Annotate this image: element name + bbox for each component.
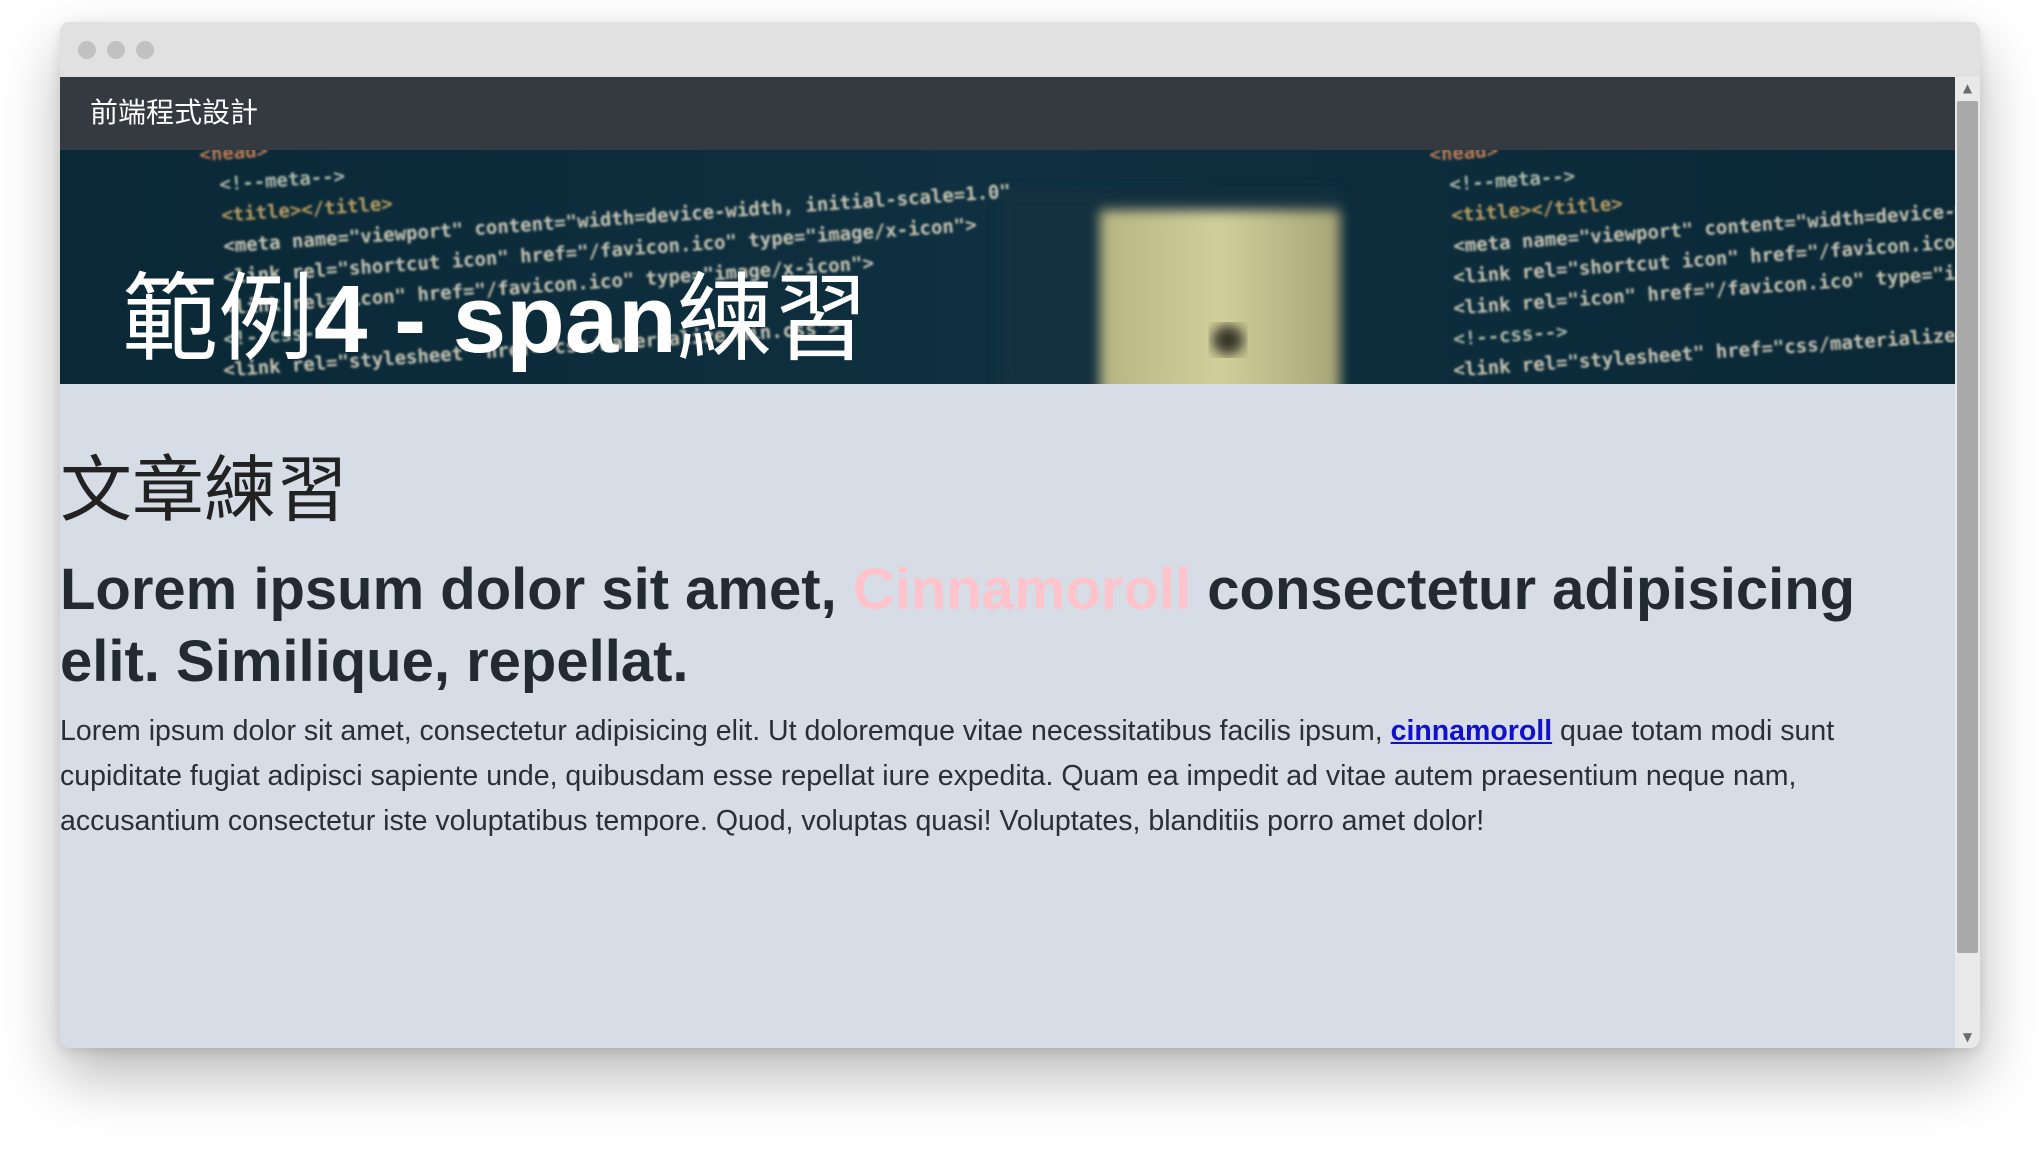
headline-text-start: Lorem ipsum dolor sit amet, bbox=[60, 557, 853, 622]
cinnamoroll-link[interactable]: cinnamoroll bbox=[1391, 715, 1553, 747]
hero-title-prefix: 範例 bbox=[122, 266, 314, 373]
hero-banner: <head> <!--meta--> <title></title> <meta na… bbox=[60, 150, 1955, 384]
hero-title-number: 4 - span bbox=[314, 266, 677, 373]
browser-window: 前端程式設計 <head> <!--meta--> <title></title… bbox=[60, 22, 1980, 1048]
headline-highlight: Cinnamoroll bbox=[852, 557, 1192, 622]
scrollbar-thumb[interactable] bbox=[1957, 101, 1978, 953]
article-headline: Lorem ipsum dolor sit amet, Cinnamoroll … bbox=[60, 554, 1955, 698]
hero-title-suffix: 練習 bbox=[676, 266, 869, 373]
vertical-scrollbar[interactable]: ▲ ▼ bbox=[1955, 77, 1980, 1048]
hero-title: 範例4 - span練習 bbox=[122, 268, 869, 372]
navbar-brand-link[interactable]: 前端程式設計 bbox=[90, 95, 258, 131]
minimize-window-icon[interactable] bbox=[107, 41, 125, 59]
section-title: 文章練習 bbox=[60, 448, 349, 532]
scroll-down-arrow-icon[interactable]: ▼ bbox=[1955, 1026, 1980, 1048]
window-titlebar bbox=[60, 22, 1980, 77]
scroll-up-arrow-icon[interactable]: ▲ bbox=[1955, 77, 1980, 99]
navbar: 前端程式設計 bbox=[60, 77, 1955, 150]
close-window-icon[interactable] bbox=[78, 41, 96, 59]
article-paragraph: Lorem ipsum dolor sit amet, consectetur … bbox=[60, 709, 1955, 844]
paragraph-text-start: Lorem ipsum dolor sit amet, consectetur … bbox=[60, 715, 1391, 747]
page-viewport: 前端程式設計 <head> <!--meta--> <title></title… bbox=[60, 77, 1955, 1048]
maximize-window-icon[interactable] bbox=[136, 41, 154, 59]
